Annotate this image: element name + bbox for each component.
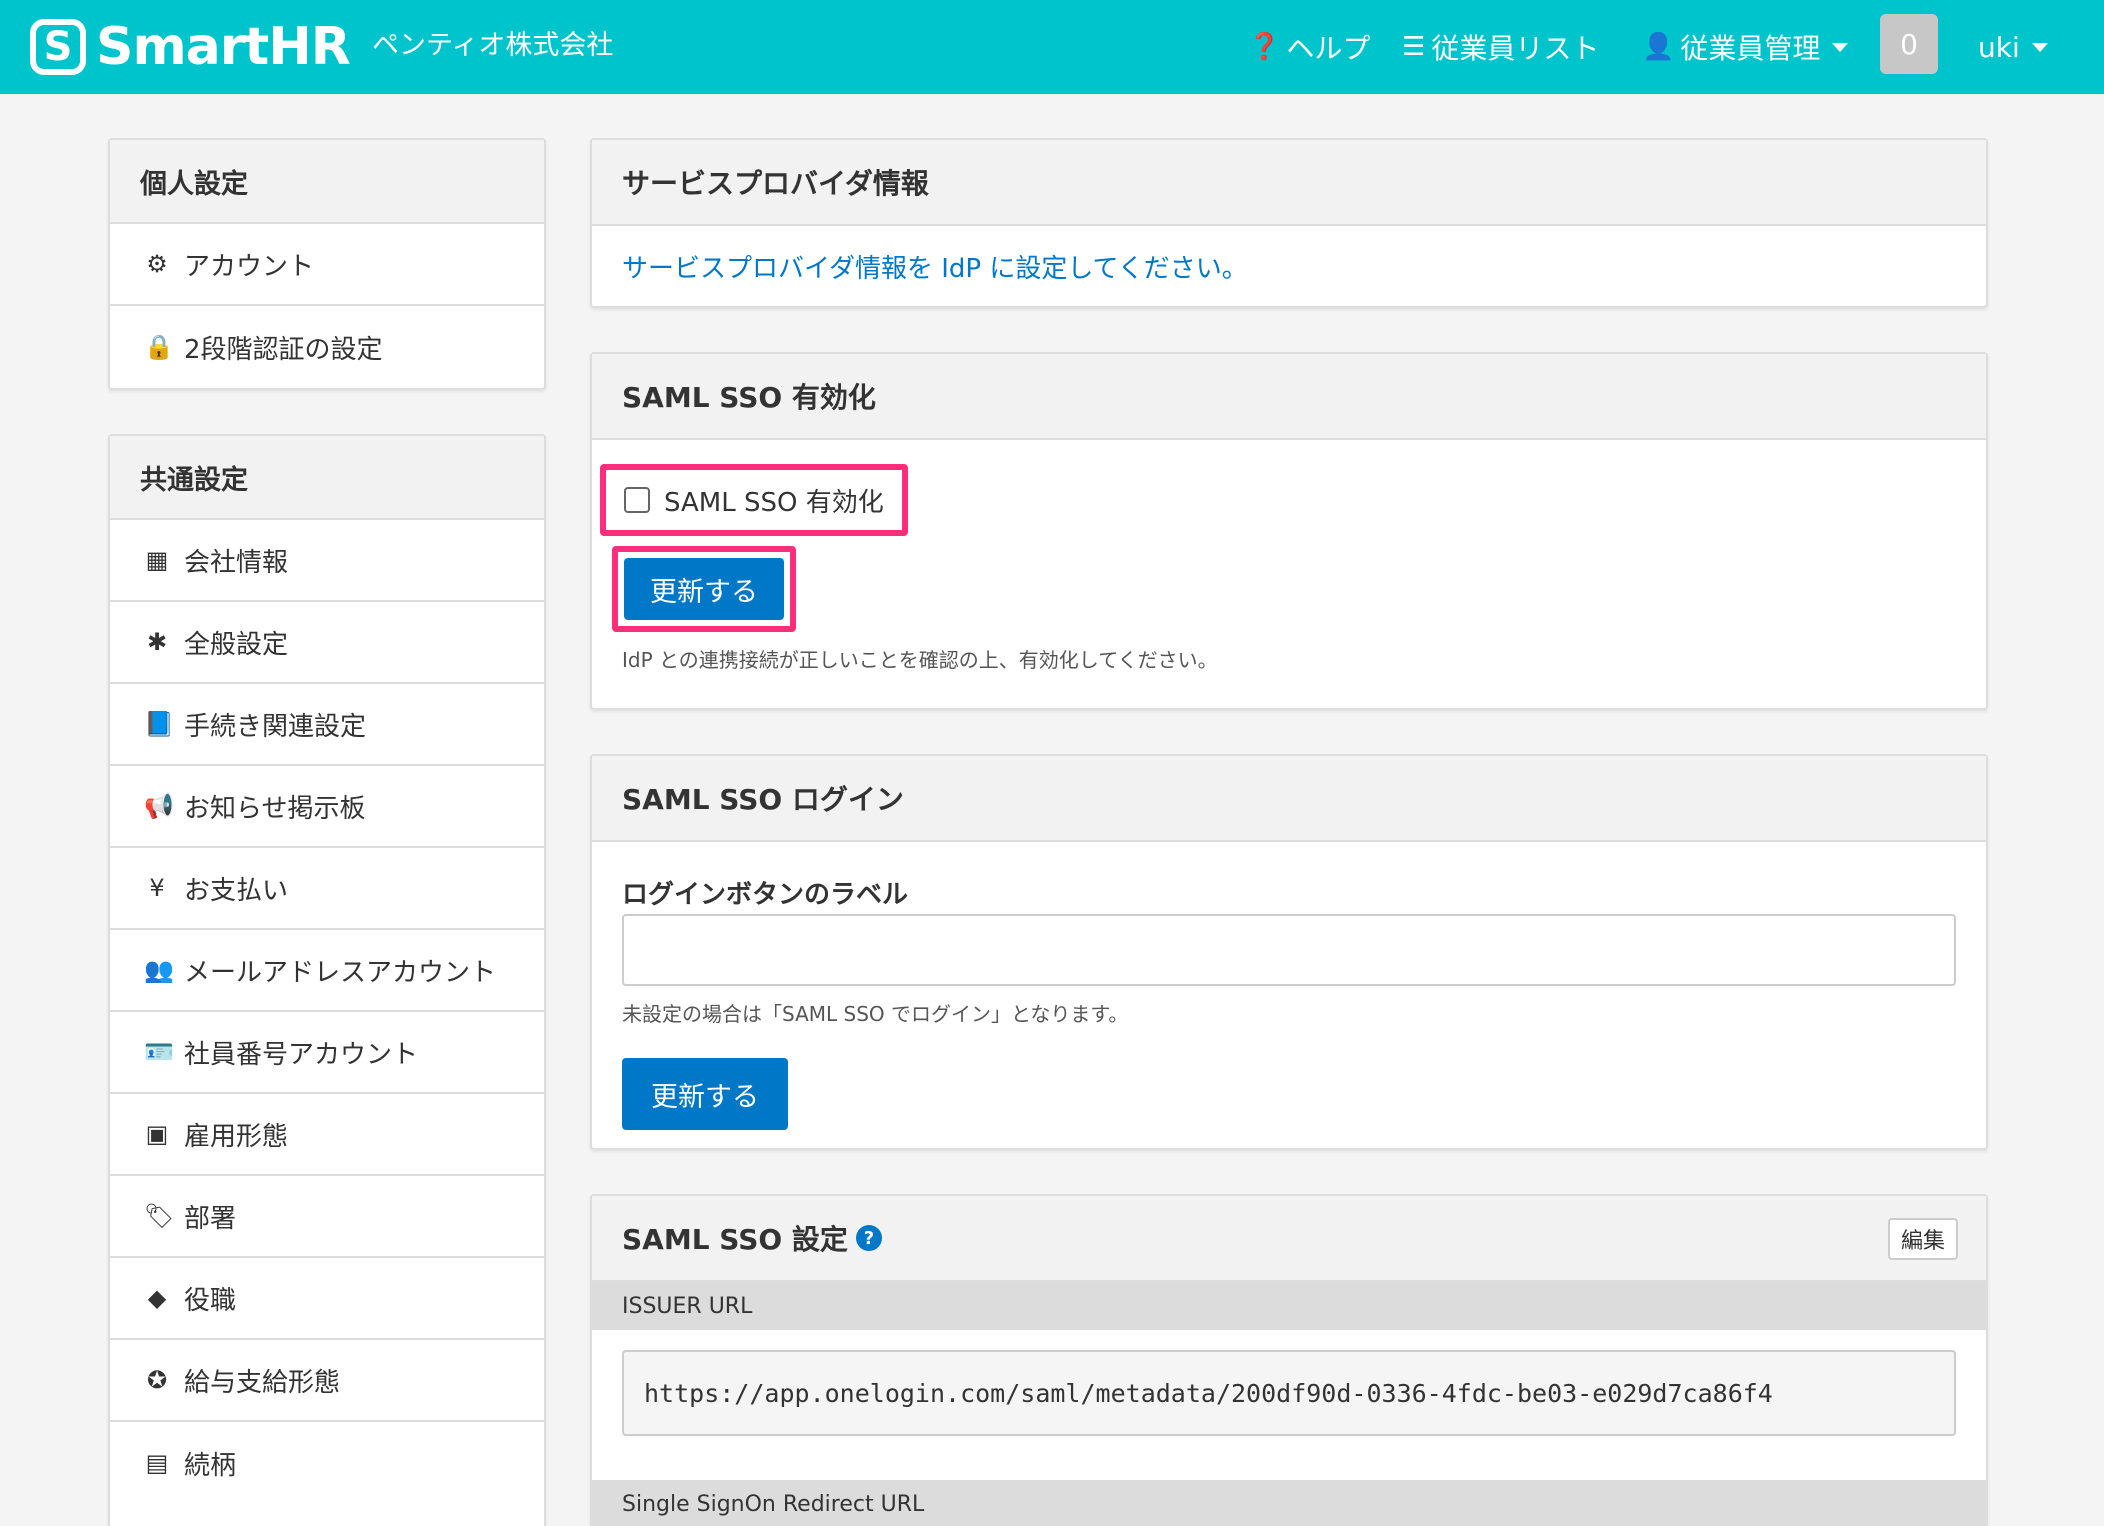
- sso-settings-title: SAML SSO 設定: [622, 1223, 848, 1256]
- nav-help-label: ヘルプ: [1286, 32, 1371, 65]
- sso-settings-edit-button[interactable]: 編集: [1888, 1218, 1958, 1260]
- sidebar-item-departments[interactable]: 🏷 部署: [110, 1176, 544, 1258]
- sidebar-item-positions[interactable]: ◆ 役職: [110, 1258, 544, 1340]
- login-button-label-title: ログインボタンのラベル: [622, 880, 909, 910]
- portrait-icon: ▤: [145, 1449, 169, 1477]
- question-circle-icon[interactable]: ?: [855, 1225, 882, 1251]
- issuer-url-label: ISSUER URL: [592, 1282, 1986, 1330]
- sidebar-item-email-accounts[interactable]: 👥 メールアドレスアカウント: [110, 930, 544, 1012]
- sidebar-personal-title: 個人設定: [110, 140, 544, 224]
- sso-enable-panel: SAML SSO 有効化 SAML SSO 有効化 更新する IdP との連携接…: [590, 352, 1988, 710]
- smarthr-logo[interactable]: S SmartHR: [30, 16, 351, 78]
- sidebar-item-label: 続柄: [184, 1450, 237, 1481]
- sso-login-panel: SAML SSO ログイン ログインボタンのラベル 未設定の場合は「SAML S…: [590, 754, 1988, 1150]
- yen-badge-icon: ✪: [146, 1366, 168, 1394]
- nav-employee-list-label: 従業員リスト: [1431, 32, 1600, 65]
- sidebar-item-label: お知らせ掲示板: [184, 793, 366, 824]
- issuer-url-value: https://app.onelogin.com/saml/metadata/2…: [622, 1350, 1956, 1436]
- sso-enable-help-text: IdP との連携接続が正しいことを確認の上、有効化してください。: [622, 648, 1218, 672]
- login-button-label-input[interactable]: [622, 914, 1956, 986]
- sidebar-item-two-factor[interactable]: 🔒 2段階認証の設定: [110, 306, 544, 388]
- sidebar-item-label: 役職: [184, 1285, 237, 1316]
- sidebar-personal-settings: 個人設定 ⚙ アカウント 🔒 2段階認証の設定: [108, 138, 546, 390]
- sidebar-item-bulletin-board[interactable]: 📢 お知らせ掲示板: [110, 766, 544, 848]
- service-provider-title: サービスプロバイダ情報: [592, 140, 1986, 226]
- id-card-icon: 🪪: [144, 1038, 174, 1066]
- sidebar-item-company-info[interactable]: ▦ 会社情報: [110, 520, 544, 602]
- sidebar-item-label: 手続き関連設定: [184, 711, 367, 742]
- gear-icon: ⚙: [146, 250, 168, 278]
- sso-settings-panel: SAML SSO 設定 ? 編集 ISSUER URL https://app.…: [590, 1194, 1988, 1526]
- top-navigation-bar: S SmartHR ペンティオ株式会社 ❓ ヘルプ ☰ 従業員リスト 👤 従業員…: [0, 0, 2104, 94]
- nav-employee-mgmt-dropdown[interactable]: 👤 従業員管理: [1642, 0, 1849, 94]
- sidebar-item-account[interactable]: ⚙ アカウント: [110, 224, 544, 306]
- sso-settings-header: SAML SSO 設定 ? 編集: [592, 1196, 1986, 1282]
- sso-enable-checkbox-row[interactable]: SAML SSO 有効化: [600, 464, 908, 536]
- sidebar-item-general-settings[interactable]: ✱ 全般設定: [110, 602, 544, 684]
- yen-icon: ¥: [149, 874, 165, 902]
- sidebar-item-relationship[interactable]: ▤ 続柄: [110, 1422, 544, 1504]
- user-menu-dropdown[interactable]: uki: [1978, 0, 2048, 94]
- badge-icon: ▣: [145, 1120, 169, 1148]
- sidebar-common-title: 共通設定: [110, 436, 544, 520]
- redirect-url-label: Single SignOn Redirect URL: [592, 1480, 1986, 1526]
- sso-login-update-button[interactable]: 更新する: [622, 1058, 788, 1130]
- sso-enable-checkbox[interactable]: [624, 487, 650, 513]
- service-provider-link[interactable]: サービスプロバイダ情報を IdP に設定してください。: [622, 248, 1248, 285]
- question-circle-icon: ❓: [1248, 32, 1281, 62]
- user-icon: 👤: [1642, 32, 1675, 62]
- sso-enable-title: SAML SSO 有効化: [592, 354, 1986, 440]
- service-provider-panel: サービスプロバイダ情報 サービスプロバイダ情報を IdP に設定してください。: [590, 138, 1988, 308]
- logo-mark-icon: S: [30, 19, 86, 75]
- sso-enable-update-highlight: 更新する: [612, 546, 796, 632]
- sidebar-item-label: 社員番号アカウント: [184, 1039, 419, 1070]
- sidebar-item-label: 給与支給形態: [184, 1367, 341, 1398]
- chevron-down-icon: [1832, 42, 1849, 52]
- logo-text: SmartHR: [96, 17, 351, 77]
- sso-login-help-text: 未設定の場合は「SAML SSO でログイン」となります。: [622, 1002, 1129, 1026]
- nav-help-link[interactable]: ❓ ヘルプ: [1248, 0, 1370, 94]
- sidebar-item-pay-type[interactable]: ✪ 給与支給形態: [110, 1340, 544, 1422]
- tag-icon: ◆: [147, 1284, 167, 1312]
- sidebar-item-label: 会社情報: [184, 547, 289, 578]
- chevron-down-icon: [2031, 42, 2048, 52]
- sidebar-item-label: メールアドレスアカウント: [184, 957, 497, 988]
- users-icon: 👥: [144, 956, 174, 984]
- sso-enable-update-button[interactable]: 更新する: [624, 558, 784, 620]
- sidebar-item-label: お支払い: [184, 875, 289, 906]
- sidebar-item-label: 全般設定: [184, 629, 289, 660]
- sidebar-item-label: 2段階認証の設定: [184, 334, 383, 365]
- nav-employee-mgmt-label: 従業員管理: [1680, 32, 1821, 65]
- company-name: ペンティオ株式会社: [372, 30, 614, 61]
- sso-enable-checkbox-label: SAML SSO 有効化: [664, 487, 884, 518]
- lock-icon: 🔒: [144, 333, 174, 361]
- tags-icon: 🏷: [144, 1202, 175, 1230]
- sidebar-item-employee-number-accounts[interactable]: 🪪 社員番号アカウント: [110, 1012, 544, 1094]
- nav-employee-list-link[interactable]: ☰ 従業員リスト: [1402, 0, 1599, 94]
- megaphone-icon: 📢: [144, 792, 174, 820]
- notification-badge[interactable]: 0: [1880, 14, 1938, 74]
- building-icon: ▦: [145, 546, 169, 574]
- sidebar-item-label: 部署: [184, 1203, 237, 1234]
- book-icon: 📘: [144, 710, 174, 738]
- sso-login-title: SAML SSO ログイン: [592, 756, 1986, 842]
- list-icon: ☰: [1402, 32, 1426, 62]
- user-name: uki: [1978, 30, 2020, 64]
- sidebar-item-label: 雇用形態: [184, 1121, 289, 1152]
- sidebar-item-procedure-settings[interactable]: 📘 手続き関連設定: [110, 684, 544, 766]
- asterisk-icon: ✱: [146, 628, 168, 656]
- sidebar-item-employment-type[interactable]: ▣ 雇用形態: [110, 1094, 544, 1176]
- sidebar-common-settings: 共通設定 ▦ 会社情報 ✱ 全般設定 📘 手続き関連設定 📢 お知らせ掲示板 ¥…: [108, 434, 546, 1526]
- sidebar-item-label: アカウント: [184, 251, 315, 282]
- sidebar-item-payment[interactable]: ¥ お支払い: [110, 848, 544, 930]
